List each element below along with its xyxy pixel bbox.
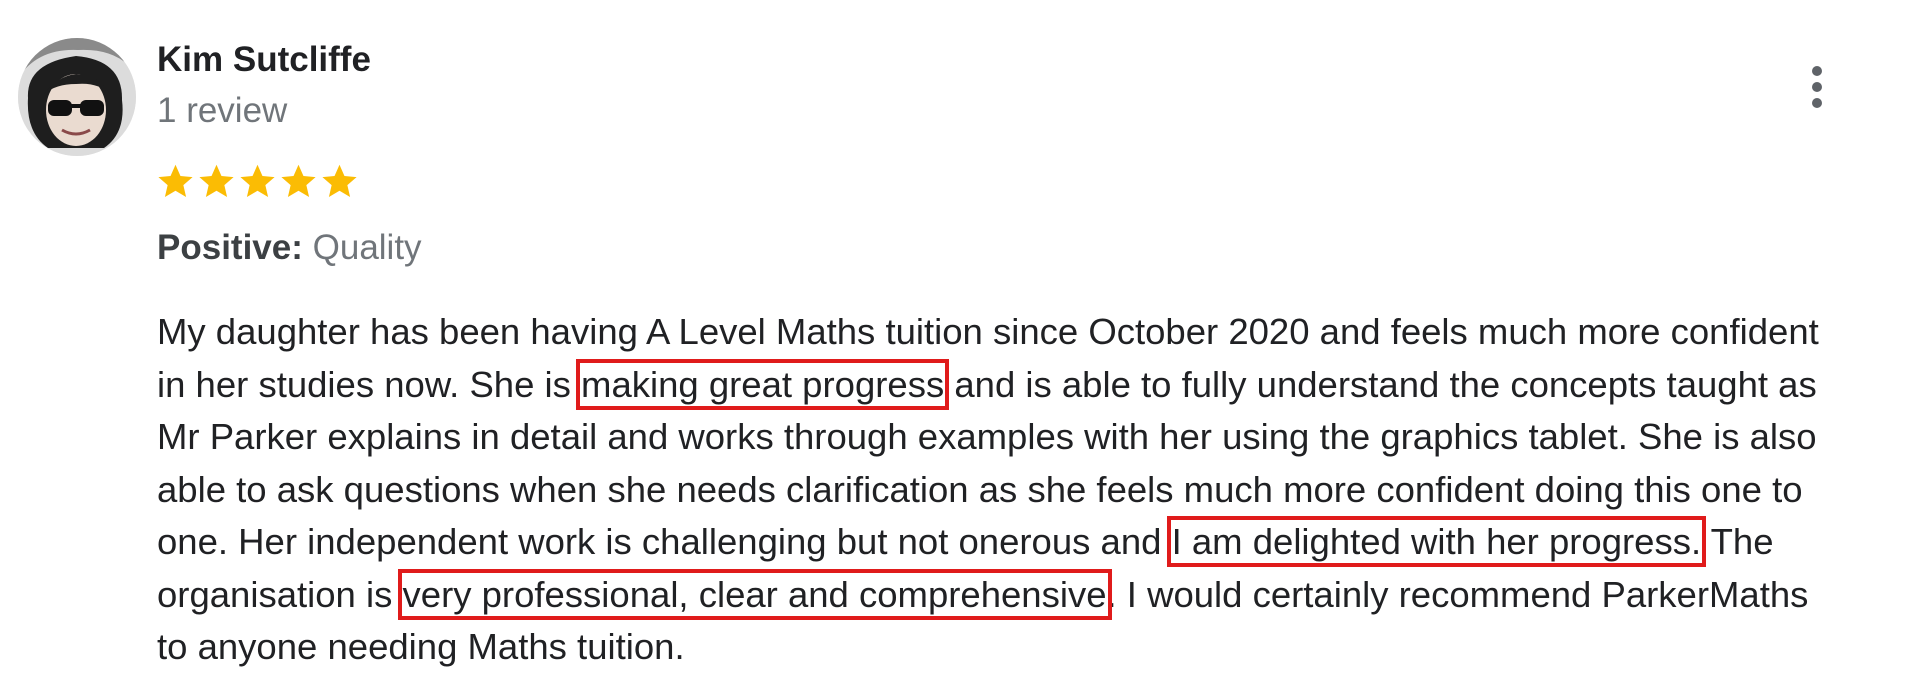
highlighted-phrase: I am delighted with her progress. [1166,516,1707,567]
highlighted-phrase: making great progress [576,358,950,410]
review-text-segment: The [1701,521,1774,562]
review-line: Mr Parker explains in detail and works t… [157,411,1897,464]
star-icon [281,164,316,198]
review-line: to anyone needing Maths tuition. [157,621,1897,674]
review-text-segment: in her studies now. She is [157,363,582,405]
review-text-segment: organisation is [157,573,403,615]
more-options-button[interactable] [1802,62,1832,112]
review-line: organisation is very professional, clear… [157,568,1897,622]
review-text-segment: able to ask questions when she needs cla… [157,468,1803,510]
review-text-segment: . I would certainly recommend ParkerMath… [1106,573,1809,615]
more-vert-icon [1812,66,1822,108]
avatar[interactable] [18,38,136,156]
review-text-segment: one. Her independent work is challenging… [157,521,1172,562]
review-text: My daughter has been having A Level Math… [157,306,1897,674]
attribute-label: Positive: [157,228,303,267]
star-icon [199,164,234,198]
review-text-segment: and is able to fully understand the conc… [944,363,1817,405]
review-line: able to ask questions when she needs cla… [157,464,1897,517]
star-icon [322,164,357,198]
review-card: Kim Sutcliffe 1 review Positive: Quality… [0,0,1920,700]
star-icon [240,164,275,198]
highlighted-phrase: very professional, clear and comprehensi… [397,568,1112,620]
review-line: My daughter has been having A Level Math… [157,306,1897,359]
review-text-segment: to anyone needing Maths tuition. [157,626,685,667]
review-attribute: Positive: Quality [157,226,422,270]
review-text-segment: Mr Parker explains in detail and works t… [157,416,1817,457]
review-count[interactable]: 1 review [157,89,287,133]
reviewer-name[interactable]: Kim Sutcliffe [157,38,371,82]
review-line: in her studies now. She is making great … [157,358,1897,412]
review-text-segment: My daughter has been having A Level Math… [157,311,1819,352]
star-icon [158,164,193,198]
review-line: one. Her independent work is challenging… [157,516,1897,569]
star-rating [155,158,360,204]
attribute-value: Quality [312,228,422,267]
